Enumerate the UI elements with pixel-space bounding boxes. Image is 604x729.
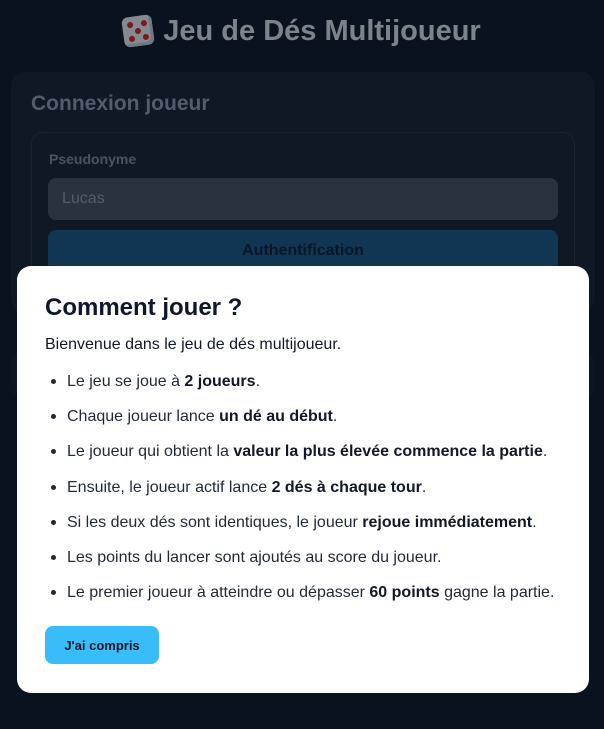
rule-item: Si les deux dés sont identiques, le joue…: [45, 513, 575, 548]
modal-title: Comment jouer ?: [45, 294, 243, 321]
rule-item: Le joueur qui obtient la valeur la plus …: [45, 442, 575, 477]
rule-item: Les points du lancer sont ajoutés au sco…: [45, 548, 575, 583]
modal-intro: Bienvenue dans le jeu de dés multijoueur…: [45, 336, 342, 353]
rule-item: Le premier joueur à atteindre ou dépasse…: [45, 583, 575, 618]
rules-list: Le jeu se joue à 2 joueurs. Chaque joueu…: [45, 372, 575, 618]
how-to-play-modal: Comment jouer ? Bienvenue dans le jeu de…: [17, 266, 589, 693]
rule-item: Le jeu se joue à 2 joueurs.: [45, 372, 575, 407]
rule-item: Chaque joueur lance un dé au début.: [45, 407, 575, 442]
rule-item: Ensuite, le joueur actif lance 2 dés à c…: [45, 478, 575, 513]
understood-button[interactable]: J'ai compris: [45, 626, 159, 664]
